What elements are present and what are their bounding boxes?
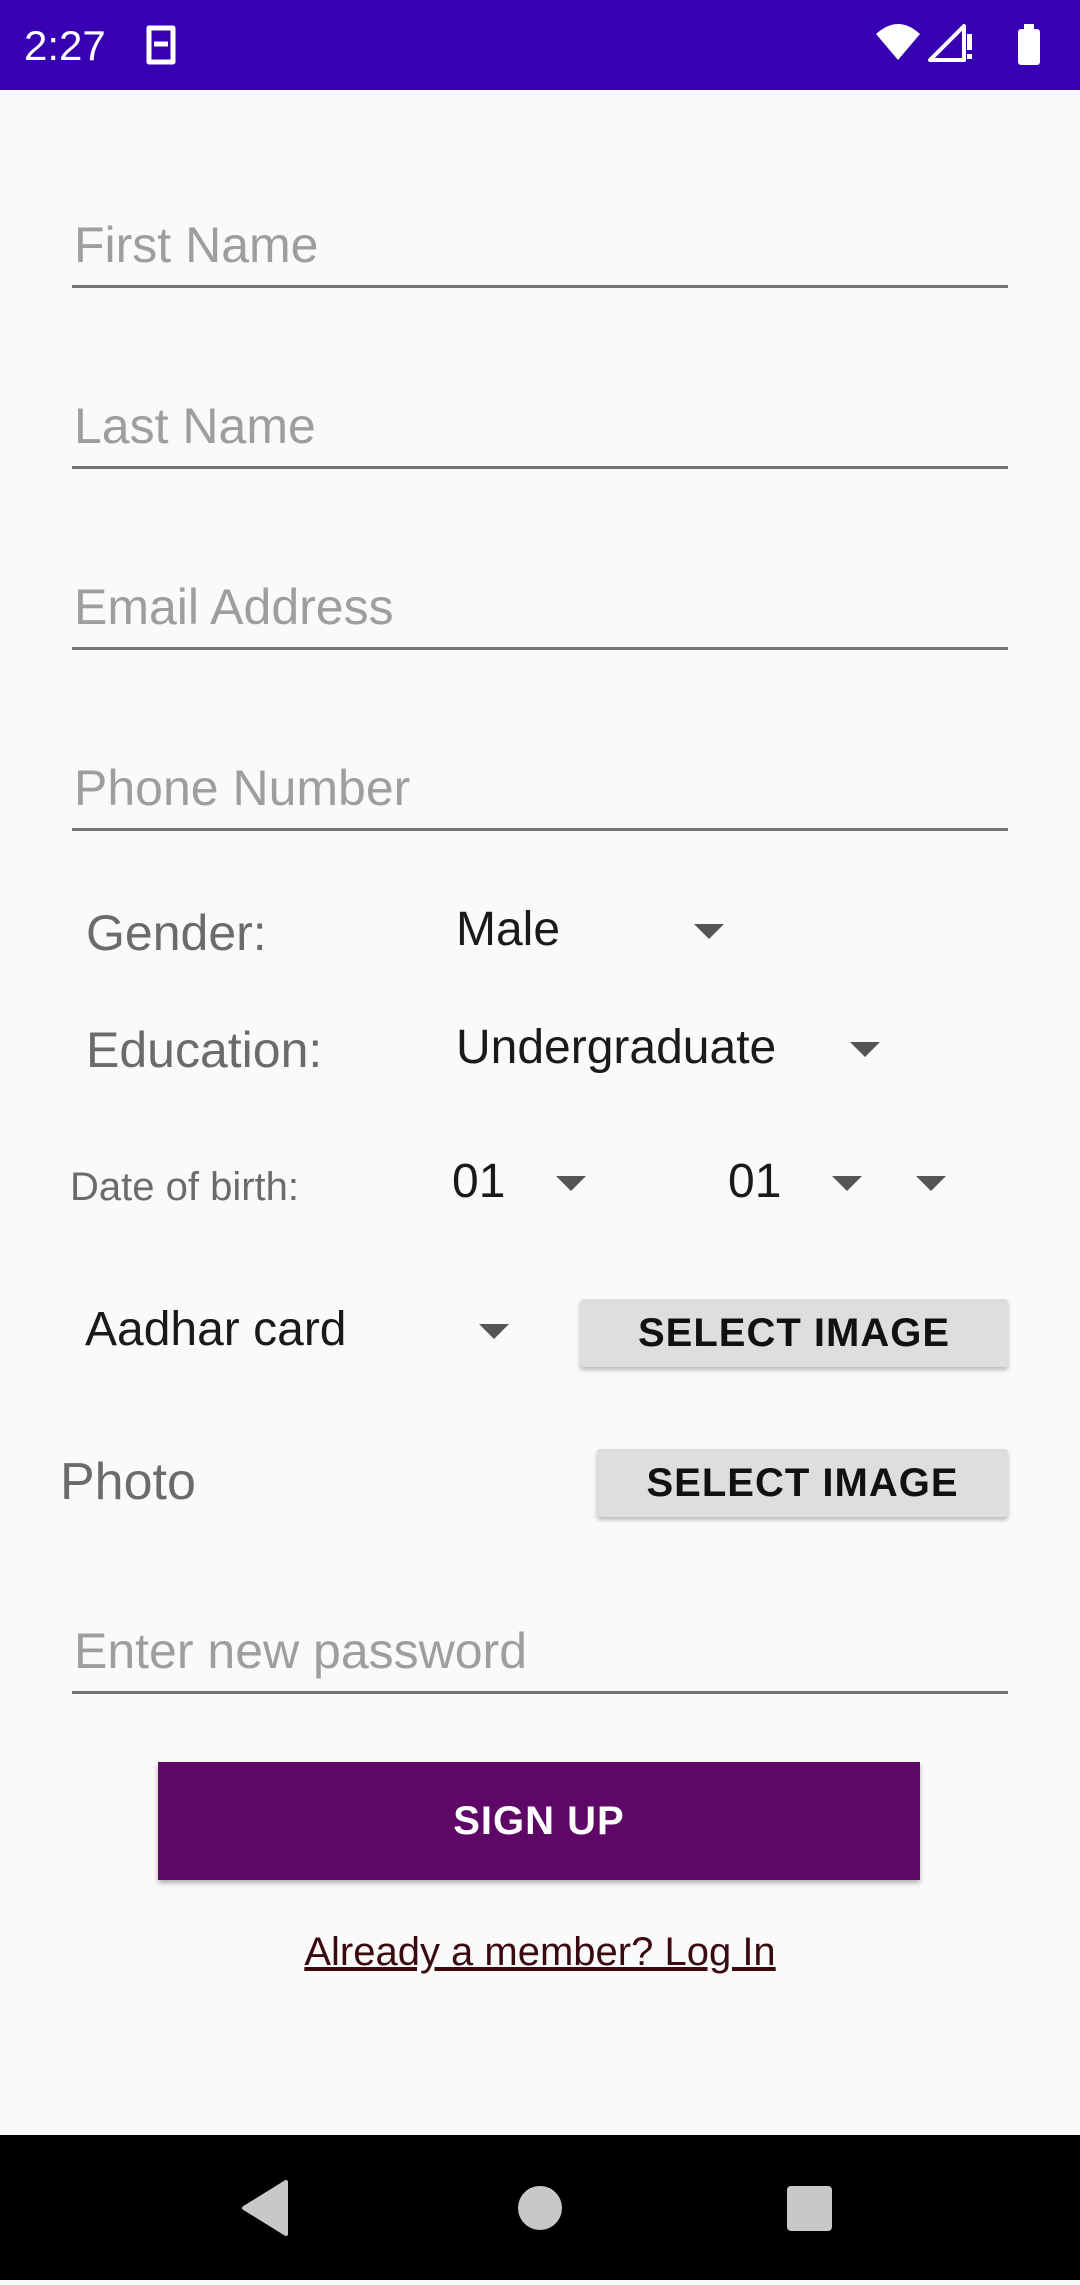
dob-day-value: 01 bbox=[452, 1155, 506, 1208]
dob-year-spinner[interactable] bbox=[900, 1142, 960, 1222]
dropdown-arrow-icon bbox=[850, 1042, 880, 1057]
dob-label: Date of birth: bbox=[70, 1165, 300, 1209]
status-time: 2:27 bbox=[24, 22, 106, 69]
home-icon[interactable] bbox=[518, 2186, 562, 2230]
last-name-placeholder: Last Name bbox=[74, 398, 316, 454]
wifi-icon bbox=[876, 24, 920, 60]
notification-icon bbox=[146, 25, 176, 65]
navigation-bar bbox=[0, 2135, 1080, 2280]
dob-day-spinner[interactable]: 01 bbox=[452, 1142, 597, 1222]
gender-spinner[interactable]: Male bbox=[456, 890, 736, 970]
password-field[interactable]: Enter new password bbox=[72, 1601, 1008, 1694]
dropdown-arrow-icon bbox=[832, 1176, 862, 1191]
nav-buttons bbox=[242, 2180, 832, 2236]
education-value: Undergraduate bbox=[456, 1021, 777, 1074]
status-icons bbox=[876, 24, 1040, 65]
id-document-spinner[interactable]: Aadhar card bbox=[85, 1290, 515, 1370]
login-link[interactable]: Already a member? Log In bbox=[0, 1930, 1080, 1975]
dropdown-arrow-icon bbox=[916, 1176, 946, 1191]
dropdown-arrow-icon bbox=[556, 1176, 586, 1191]
email-field[interactable]: Email Address bbox=[72, 557, 1008, 650]
battery-icon bbox=[1018, 24, 1040, 65]
recents-icon[interactable] bbox=[787, 2186, 832, 2231]
phone-field[interactable]: Phone Number bbox=[72, 738, 1008, 831]
first-name-placeholder: First Name bbox=[74, 217, 319, 273]
gender-value: Male bbox=[456, 903, 561, 956]
dropdown-arrow-icon bbox=[479, 1324, 509, 1339]
back-icon[interactable] bbox=[242, 2180, 288, 2236]
id-document-select-image-button[interactable]: SELECT IMAGE bbox=[580, 1299, 1008, 1367]
password-placeholder: Enter new password bbox=[74, 1623, 528, 1679]
last-name-field[interactable]: Last Name bbox=[72, 376, 1008, 469]
education-label: Education: bbox=[86, 1022, 323, 1078]
photo-select-image-button[interactable]: SELECT IMAGE bbox=[597, 1449, 1008, 1517]
dob-month-spinner[interactable]: 01 bbox=[728, 1142, 873, 1222]
photo-label: Photo bbox=[60, 1453, 196, 1511]
status-bar: 2:27 bbox=[0, 0, 1080, 90]
first-name-field[interactable]: First Name bbox=[72, 195, 1008, 288]
signup-button[interactable]: SIGN UP bbox=[158, 1762, 920, 1880]
dob-month-value: 01 bbox=[728, 1155, 782, 1208]
signup-form: First Name Last Name Email Address Phone… bbox=[0, 90, 1080, 2135]
phone-placeholder: Phone Number bbox=[74, 760, 411, 816]
dropdown-arrow-icon bbox=[694, 924, 724, 939]
id-document-value: Aadhar card bbox=[85, 1303, 347, 1356]
gender-label: Gender: bbox=[86, 905, 267, 961]
email-placeholder: Email Address bbox=[74, 579, 394, 635]
signal-icon bbox=[928, 24, 972, 62]
education-spinner[interactable]: Undergraduate bbox=[456, 1008, 896, 1088]
